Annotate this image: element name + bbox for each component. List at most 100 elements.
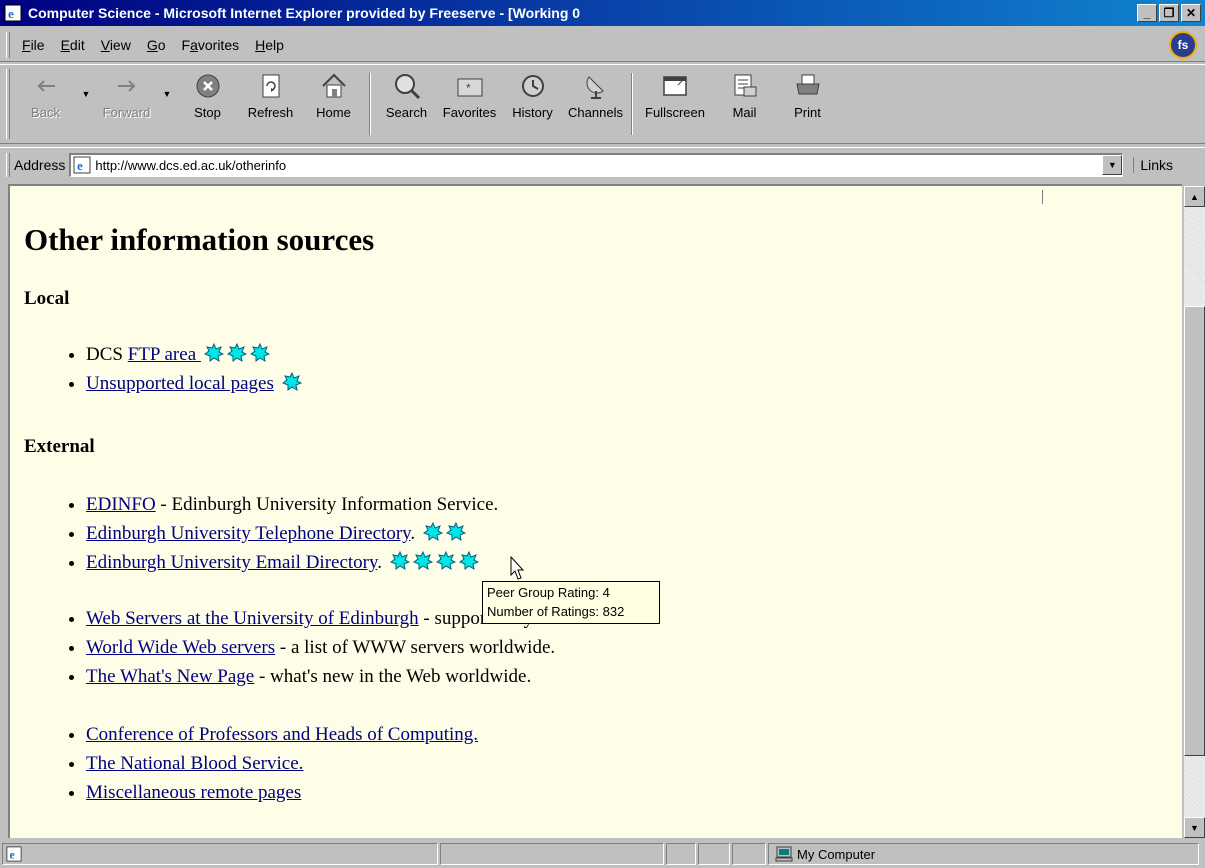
layout-tick bbox=[1042, 190, 1043, 204]
vertical-scrollbar[interactable]: ▲ ▼ bbox=[1184, 186, 1205, 838]
mail-button[interactable]: Mail bbox=[713, 65, 776, 143]
item-description: . bbox=[377, 552, 387, 573]
rating-icon[interactable] bbox=[458, 551, 479, 571]
svg-text:e: e bbox=[10, 849, 15, 861]
forward-button[interactable]: Forward bbox=[95, 65, 158, 143]
status-zone-label: My Computer bbox=[797, 846, 876, 862]
home-icon bbox=[321, 73, 346, 98]
menu-favorites[interactable]: Favorites bbox=[174, 35, 248, 55]
external-heading: External bbox=[24, 436, 95, 457]
forward-dropdown[interactable]: ▼ bbox=[158, 65, 176, 143]
mail-label: Mail bbox=[732, 105, 757, 120]
address-label: Address bbox=[14, 156, 66, 173]
item-link[interactable]: Edinburgh University Telephone Directory bbox=[86, 523, 410, 544]
item-prefix: DCS bbox=[86, 344, 128, 365]
ie-page-icon: e bbox=[6, 846, 22, 862]
status-zone-pane: My Computer bbox=[768, 843, 1199, 865]
item-link[interactable]: World Wide Web servers bbox=[86, 637, 275, 658]
maximize-button[interactable]: ❐ bbox=[1159, 4, 1179, 22]
address-bar: Address e http://www.dcs.ed.ac.uk/otheri… bbox=[0, 147, 1205, 181]
rating-icon[interactable] bbox=[203, 343, 224, 363]
menu-go[interactable]: Go bbox=[139, 35, 174, 55]
item-link[interactable]: Unsupported local pages bbox=[86, 373, 274, 394]
address-input[interactable]: e http://www.dcs.ed.ac.uk/otherinfo ▼ bbox=[69, 152, 1124, 177]
item-link[interactable]: EDINFO bbox=[86, 494, 156, 515]
scroll-up-button[interactable]: ▲ bbox=[1184, 186, 1205, 207]
favorites-button[interactable]: * Favorites bbox=[438, 65, 501, 143]
address-url: http://www.dcs.ed.ac.uk/otherinfo bbox=[95, 157, 287, 173]
list-item: Miscellaneous remote pages bbox=[86, 778, 478, 807]
item-link[interactable]: Edinburgh University Email Directory bbox=[86, 552, 377, 573]
close-button[interactable]: ✕ bbox=[1181, 4, 1201, 22]
rating-icon[interactable] bbox=[249, 343, 270, 363]
list-item: The What's New Page - what's new in the … bbox=[86, 662, 591, 691]
channels-button[interactable]: Channels bbox=[564, 65, 627, 143]
rating-icon[interactable] bbox=[412, 551, 433, 571]
list-item: Edinburgh University Email Directory. bbox=[86, 548, 498, 577]
minimize-button[interactable]: _ bbox=[1137, 4, 1157, 22]
item-link[interactable]: The National Blood Service. bbox=[86, 753, 303, 774]
back-dropdown[interactable]: ▼ bbox=[77, 65, 95, 143]
rating-icon[interactable] bbox=[389, 551, 410, 571]
local-list: DCS FTP area Unsupported local pages bbox=[10, 340, 302, 398]
menu-edit[interactable]: Edit bbox=[53, 35, 93, 55]
list-item: Edinburgh University Telephone Directory… bbox=[86, 519, 498, 548]
menu-view[interactable]: View bbox=[93, 35, 139, 55]
fullscreen-button[interactable]: Fullscreen bbox=[637, 65, 713, 143]
scroll-thumb[interactable] bbox=[1184, 306, 1205, 756]
back-arrow-icon bbox=[37, 80, 55, 92]
item-link[interactable]: FTP area bbox=[128, 344, 201, 365]
item-description bbox=[274, 373, 279, 394]
toolbar-separator bbox=[369, 73, 371, 135]
item-link[interactable]: The What's New Page bbox=[86, 666, 254, 687]
item-description: - Edinburgh University Information Servi… bbox=[155, 494, 499, 515]
status-pane bbox=[698, 843, 730, 865]
refresh-button[interactable]: Refresh bbox=[239, 65, 302, 143]
back-label: Back bbox=[31, 105, 60, 120]
menu-help[interactable]: Help bbox=[247, 35, 292, 55]
tooltip-count-line: Number of Ratings: 832 bbox=[487, 604, 625, 619]
title-bar[interactable]: e Computer Science - Microsoft Internet … bbox=[0, 0, 1205, 26]
history-button[interactable]: History bbox=[501, 65, 564, 143]
item-description: - a list of WWW servers worldwide. bbox=[275, 637, 556, 658]
item-link[interactable]: Conference of Professors and Heads of Co… bbox=[86, 724, 478, 745]
menu-grip[interactable] bbox=[6, 31, 10, 58]
home-label: Home bbox=[316, 105, 351, 120]
channels-label: Channels bbox=[568, 105, 623, 120]
computer-icon bbox=[775, 846, 793, 862]
favorites-folder-icon: * bbox=[457, 78, 482, 97]
standard-toolbar: Back ▼ Forward ▼ Stop Refresh Home Searc… bbox=[0, 64, 1205, 144]
print-button[interactable]: Print bbox=[776, 65, 839, 143]
rating-icon[interactable] bbox=[226, 343, 247, 363]
scroll-down-button[interactable]: ▼ bbox=[1184, 817, 1205, 838]
back-button[interactable]: Back bbox=[14, 65, 77, 143]
rating-icon[interactable] bbox=[281, 372, 302, 392]
stop-label: Stop bbox=[194, 105, 221, 120]
rating-icon[interactable] bbox=[435, 551, 456, 571]
address-grip[interactable] bbox=[6, 152, 10, 177]
tooltip-rating-line: Peer Group Rating: 4 bbox=[487, 585, 610, 600]
stop-button[interactable]: Stop bbox=[176, 65, 239, 143]
rating-icon[interactable] bbox=[422, 522, 443, 542]
svg-text:e: e bbox=[77, 158, 83, 173]
status-pane bbox=[666, 843, 696, 865]
links-button[interactable]: Links bbox=[1133, 156, 1173, 173]
item-link[interactable]: Web Servers at the University of Edinbur… bbox=[86, 608, 419, 629]
status-text-pane: e bbox=[2, 843, 438, 865]
page-heading: Other information sources bbox=[24, 222, 375, 257]
item-link[interactable]: Miscellaneous remote pages bbox=[86, 782, 301, 803]
window-title: Computer Science - Microsoft Internet Ex… bbox=[28, 5, 581, 21]
address-dropdown-button[interactable]: ▼ bbox=[1102, 154, 1123, 175]
external-list-3: Conference of Professors and Heads of Co… bbox=[10, 720, 478, 807]
home-button[interactable]: Home bbox=[302, 65, 365, 143]
search-button[interactable]: Search bbox=[375, 65, 438, 143]
toolbar-grip[interactable] bbox=[6, 69, 10, 139]
list-item: DCS FTP area bbox=[86, 340, 302, 369]
list-item: World Wide Web servers - a list of WWW s… bbox=[86, 633, 591, 662]
menu-file[interactable]: File bbox=[14, 35, 53, 55]
status-bar: e My Computer bbox=[0, 840, 1205, 868]
channels-satellite-icon bbox=[586, 76, 604, 99]
rating-icon[interactable] bbox=[445, 522, 466, 542]
local-heading: Local bbox=[24, 288, 70, 309]
refresh-icon bbox=[262, 74, 279, 98]
